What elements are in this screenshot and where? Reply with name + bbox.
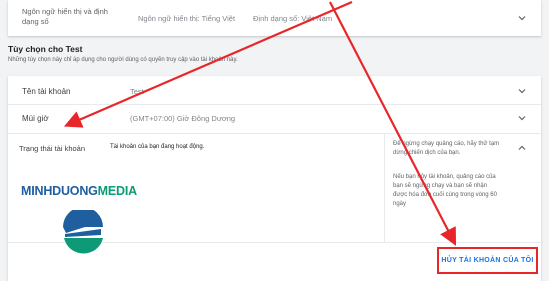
chevron-down-icon[interactable] <box>517 113 527 123</box>
section-subtitle: Những tùy chọn này chỉ áp dụng cho người… <box>8 57 238 63</box>
minhduong-watermark-text: MINHDUONGMEDIA <box>21 184 137 198</box>
display-language-value: Ngôn ngữ hiển thị: Tiếng Việt <box>138 14 236 23</box>
account-status-label: Trạng thái tài khoản <box>19 144 86 153</box>
help-paragraph-pause: Để ngừng chạy quảng cáo, hãy thử tạm dừn… <box>393 141 500 156</box>
watermark-main: MINHDUONG <box>21 184 98 198</box>
status-help-panel: Để ngừng chạy quảng cáo, hãy thử tạm dừn… <box>384 134 513 242</box>
timezone-label: Múi giờ <box>22 113 49 123</box>
account-name-value: Test <box>130 86 144 96</box>
account-status-value: Tài khoản của bạn đang hoạt động. <box>110 144 205 150</box>
number-format-value: Định dạng số: Việt Nam <box>253 14 333 23</box>
help-paragraph-cancel: Nếu bạn hủy tài khoản, quảng cáo của bạn… <box>393 174 497 207</box>
display-language-card[interactable]: Ngôn ngữ hiển thị và định dạng số Ngôn n… <box>8 0 541 36</box>
timezone-row[interactable]: Múi giờ (GMT+07:00) Giờ Đông Dương <box>8 105 541 131</box>
chevron-down-icon[interactable] <box>517 13 527 23</box>
account-name-row[interactable]: Tên tài khoản Test <box>8 78 541 104</box>
account-name-label: Tên tài khoản <box>22 86 71 96</box>
display-language-label: Ngôn ngữ hiển thị và định dạng số <box>22 7 108 26</box>
chevron-up-icon[interactable] <box>517 143 527 153</box>
cancel-account-button[interactable]: HỦY TÀI KHOẢN CỦA TÔI <box>437 247 538 274</box>
minhduong-logo-icon <box>63 210 103 254</box>
section-title: Tùy chọn cho Test <box>8 44 83 54</box>
watermark-accent: MEDIA <box>97 184 137 198</box>
chevron-down-icon[interactable] <box>517 86 527 96</box>
timezone-value: (GMT+07:00) Giờ Đông Dương <box>130 113 236 123</box>
